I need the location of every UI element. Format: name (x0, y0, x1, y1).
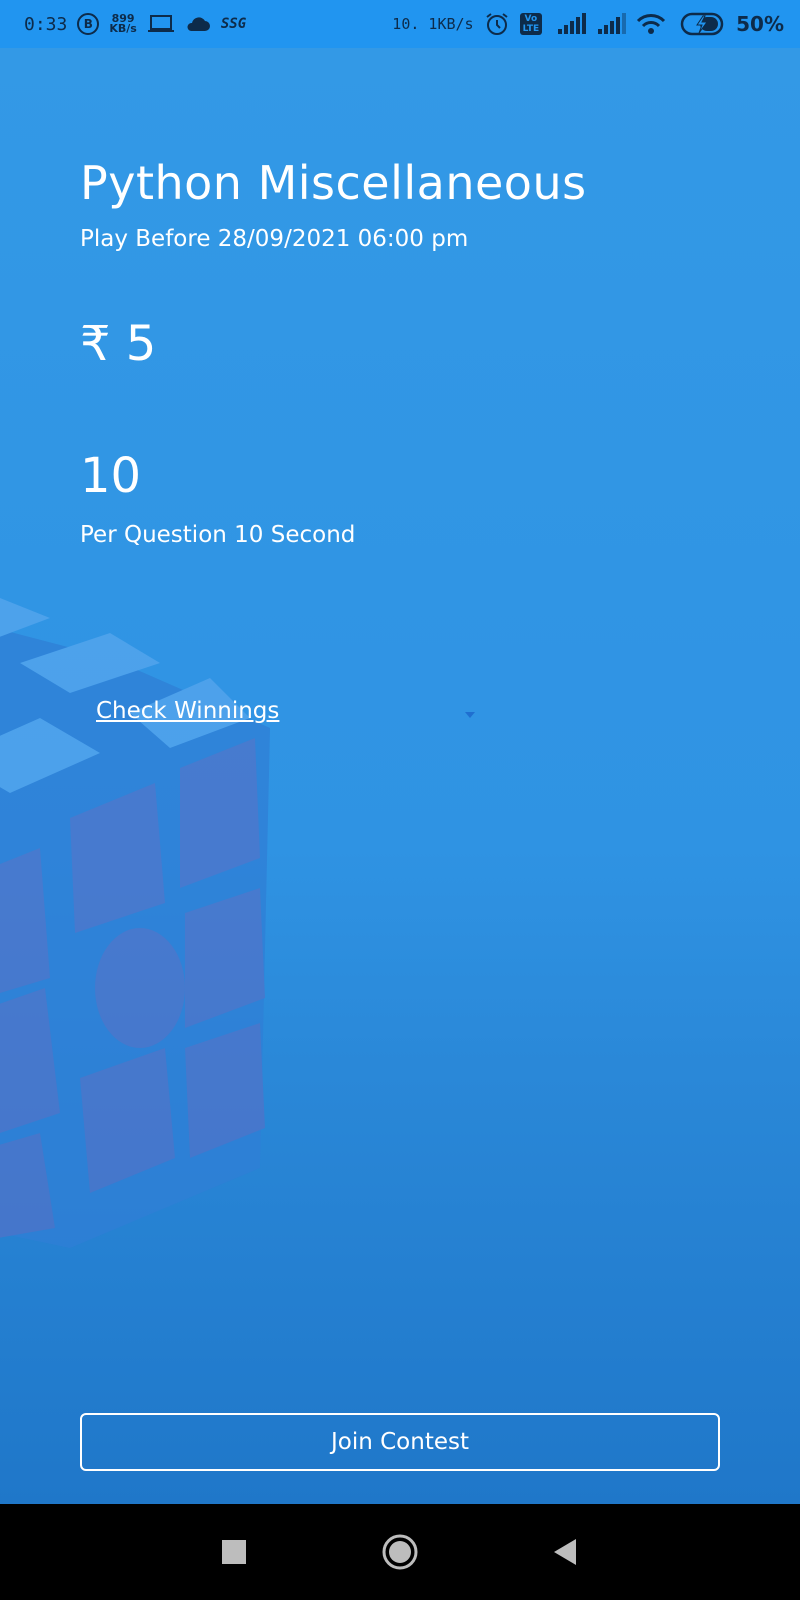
volte-icon: Vo LTE (519, 13, 543, 35)
contest-screen: Python Miscellaneous Play Before 28/09/2… (0, 48, 800, 1504)
clock: 0:33 (24, 13, 68, 35)
home-circle-icon[interactable] (378, 1530, 422, 1574)
signal-icon (558, 13, 587, 34)
system-nav-bar (0, 1504, 800, 1600)
rubiks-cube-background (0, 598, 270, 1248)
battery-percent: 50% (736, 12, 784, 36)
cloud-icon (187, 17, 210, 31)
wifi-icon (637, 14, 666, 34)
volte-top-label: Vo (524, 14, 538, 24)
entry-fee: ₹ 5 (80, 316, 157, 372)
question-count: 10 (80, 448, 142, 504)
status-left-group: 0:33 B 899 KB/s SSG (24, 13, 246, 35)
alarm-icon (485, 13, 508, 35)
status-right-group: 10. 1KB/s Vo LTE 50% (392, 11, 784, 37)
battery-charging-icon (680, 12, 724, 36)
join-contest-button[interactable]: Join Contest (80, 1413, 720, 1471)
laptop-icon (147, 15, 174, 32)
check-winnings-link[interactable]: Check Winnings (96, 698, 279, 724)
contest-title: Python Miscellaneous (80, 156, 587, 210)
b-badge-icon: B (77, 13, 100, 35)
network-speed-unit: KB/s (109, 22, 137, 35)
right-network-speed: 10. 1KB/s (392, 15, 474, 33)
dot-marker-icon (465, 712, 475, 718)
per-question-time: Per Question 10 Second (80, 522, 356, 548)
volte-bottom-label: LTE (522, 24, 540, 34)
status-bar: 0:33 B 899 KB/s SSG 10. 1KB/s Vo LTE 50% (0, 0, 800, 48)
network-speed: 899 KB/s (109, 13, 137, 35)
back-triangle-icon[interactable] (544, 1530, 588, 1574)
recents-square-icon[interactable] (212, 1530, 256, 1574)
signal-icon (598, 13, 627, 34)
carrier-tag: SSG (220, 16, 247, 32)
play-before-deadline: Play Before 28/09/2021 06:00 pm (80, 226, 469, 252)
